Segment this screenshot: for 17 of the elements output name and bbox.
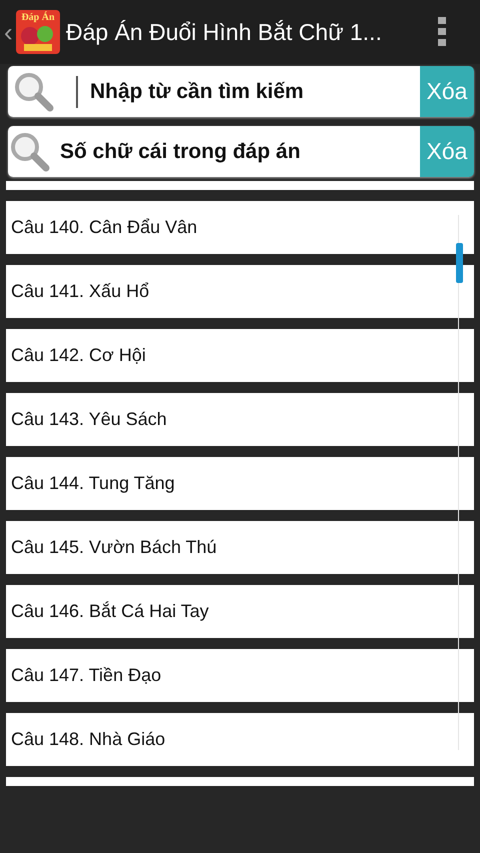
search-field[interactable]: Nhập từ cần tìm kiếm <box>8 66 420 117</box>
answer-item[interactable]: Câu 145. Vườn Bách Thú <box>6 521 474 574</box>
answer-item[interactable]: Câu 148. Nhà Giáo <box>6 713 474 766</box>
answer-item[interactable]: Câu 141. Xấu Hổ <box>6 265 474 318</box>
answer-item[interactable]: Câu 146. Bắt Cá Hai Tay <box>6 585 474 638</box>
back-glyph[interactable]: ‹ <box>4 19 16 45</box>
overflow-menu-icon[interactable] <box>438 17 448 47</box>
answer-item[interactable]: Câu 143. Yêu Sách <box>6 393 474 446</box>
answer-item[interactable]: Câu 144. Tung Tăng <box>6 457 474 510</box>
answer-item[interactable]: Câu 147. Tiền Đạo <box>6 649 474 702</box>
app-title: Đáp Án Đuổi Hình Bắt Chữ 1... <box>66 18 383 46</box>
scrollbar[interactable] <box>458 215 464 750</box>
answer-item[interactable]: Câu 142. Cơ Hội <box>6 329 474 382</box>
logo-text: Đáp Án <box>21 12 55 24</box>
search-input[interactable]: Nhập từ cần tìm kiếm <box>76 76 420 108</box>
answer-item[interactable]: Câu 140. Cân Đẩu Vân <box>6 201 474 254</box>
app-logo-icon <box>16 10 60 54</box>
